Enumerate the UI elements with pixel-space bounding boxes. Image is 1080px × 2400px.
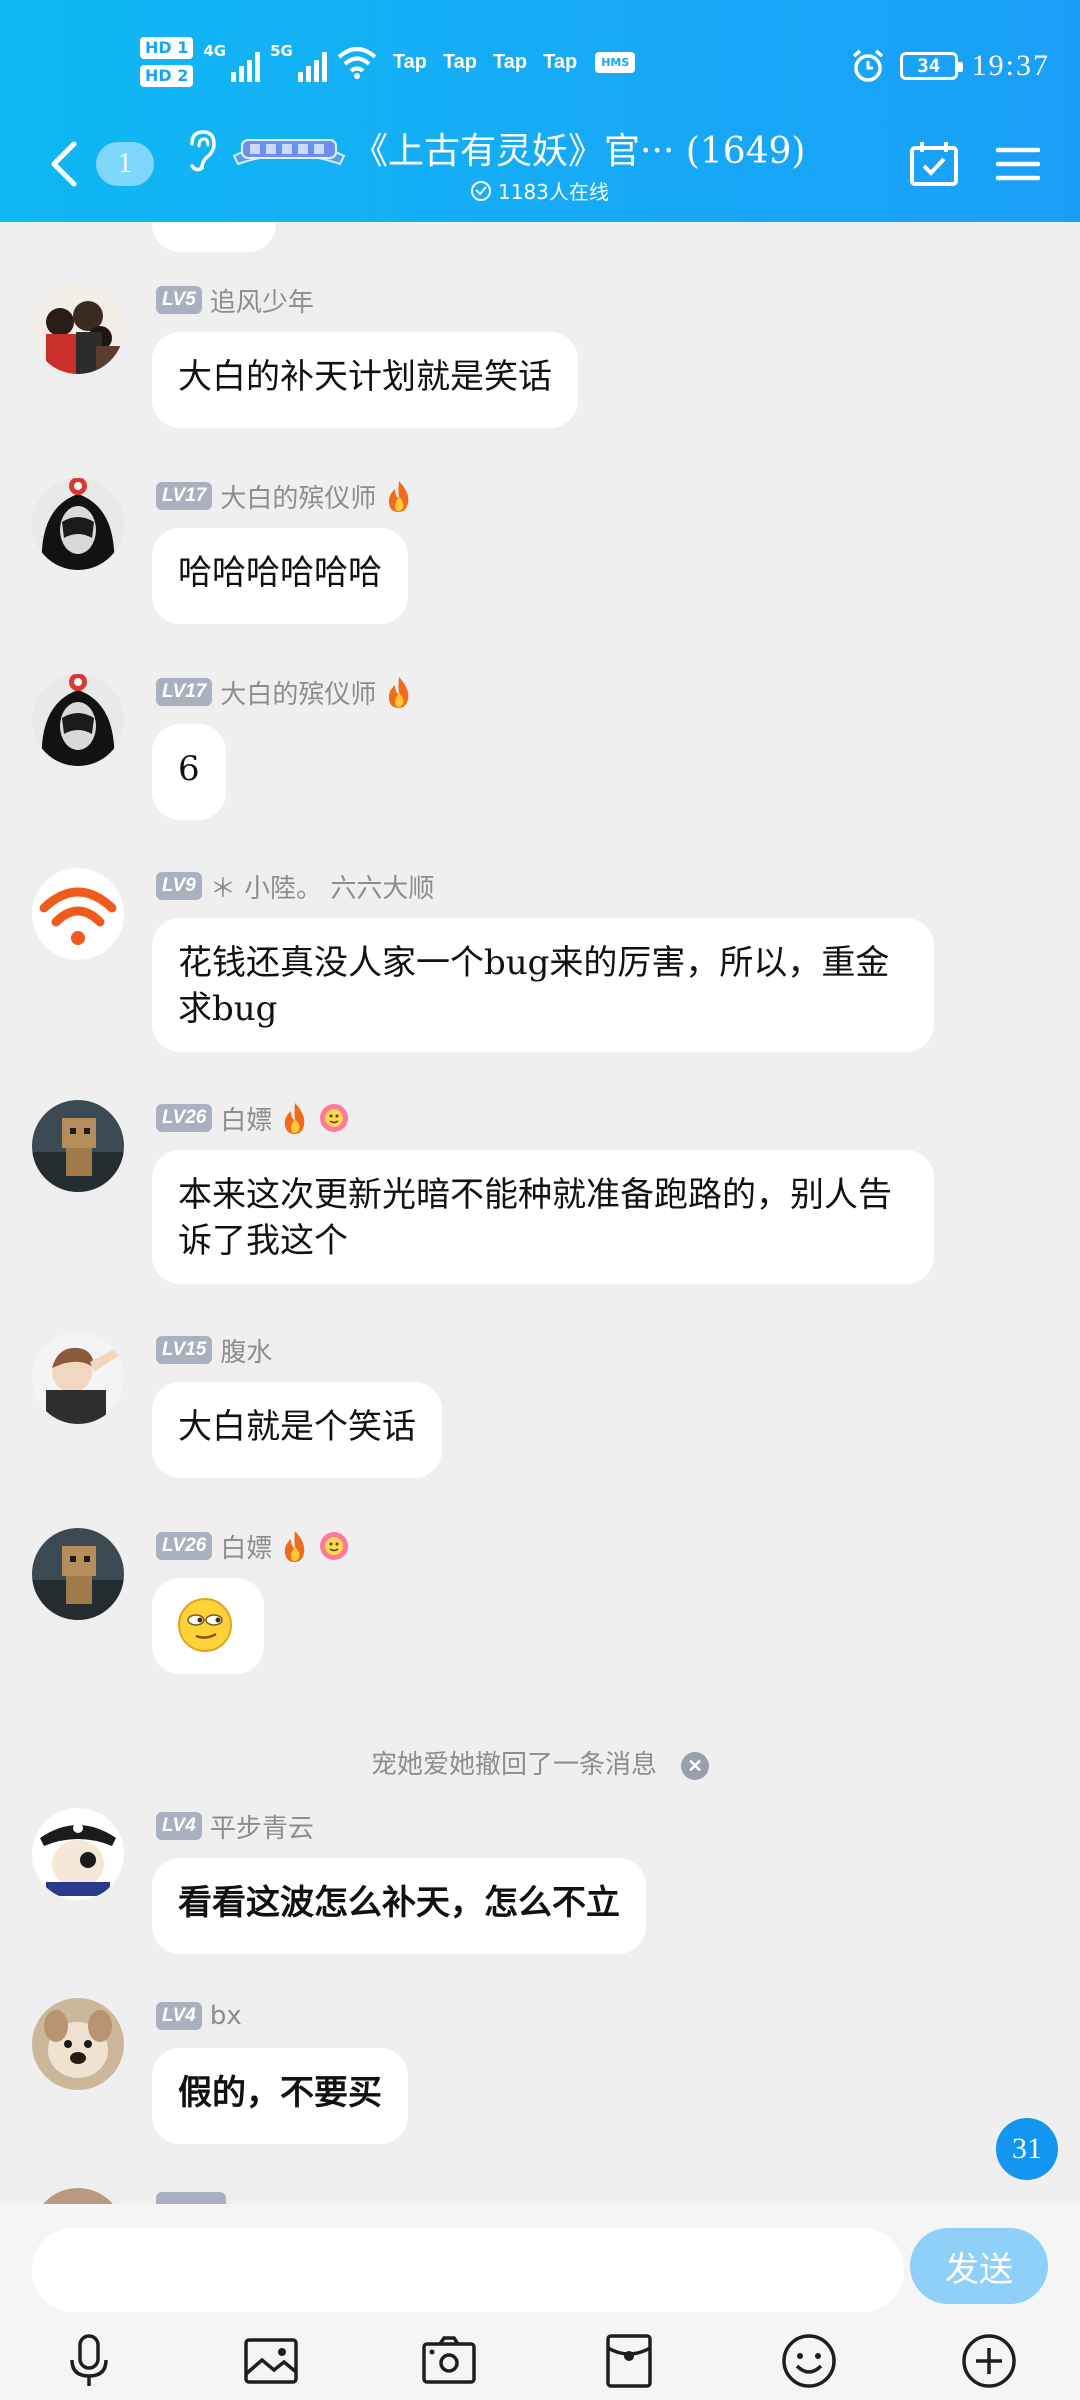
avatar[interactable] — [32, 868, 124, 960]
level-badge: LV17 — [156, 482, 213, 510]
back-icon[interactable] — [46, 140, 82, 188]
level-badge: LV4 — [156, 1812, 202, 1840]
signal-5g-icon: 5G — [270, 42, 327, 82]
input-panel: 发送 — [0, 2204, 1080, 2400]
send-button[interactable]: 发送 — [910, 2228, 1048, 2304]
group-title[interactable]: 《上古有灵妖》官··· (1649) — [352, 122, 805, 174]
level-badge: LV26 — [156, 1532, 213, 1560]
nickname[interactable]: 平步青云 — [210, 1808, 314, 1845]
avatar[interactable] — [32, 1808, 124, 1900]
avatar[interactable] — [32, 1100, 124, 1192]
message-bubble[interactable]: 大白就是个笑话 — [152, 1382, 442, 1478]
badge-face-icon — [320, 1104, 349, 1132]
nickname[interactable]: 白嫖 — [220, 1528, 272, 1565]
level-badge: LV26 — [156, 1104, 213, 1132]
level-badge: LV4 — [156, 2002, 202, 2030]
hd2-indicator: HD 2 — [140, 65, 194, 87]
message-bubble[interactable]: 本来这次更新光暗不能种就准备跑路的，别人告诉了我这个 — [152, 1150, 934, 1284]
message-bubble[interactable]: 6 — [152, 724, 226, 820]
avatar[interactable] — [32, 1332, 124, 1424]
tap-notification: Tap — [392, 50, 427, 73]
fire-icon — [285, 1531, 305, 1562]
nickname[interactable]: 大白的殡仪师 — [220, 478, 376, 515]
message-bubble[interactable]: 看看这波怎么补天，怎么不立 — [152, 1858, 646, 1954]
avatar[interactable] — [32, 1528, 124, 1620]
menu-icon[interactable] — [992, 140, 1044, 188]
status-bar-right: 34 19:37 — [850, 40, 1050, 92]
add-icon[interactable] — [958, 2330, 1020, 2392]
unread-count-badge[interactable]: 1 — [96, 142, 154, 186]
level-badge — [156, 2192, 226, 2204]
image-icon[interactable] — [240, 2330, 302, 2392]
level-badge: LV17 — [156, 678, 213, 706]
tap-notification: Tap — [543, 50, 578, 73]
tap-notification: Tap — [442, 50, 478, 73]
earpiece-mode-icon[interactable] — [182, 128, 220, 172]
close-icon[interactable]: ✕ — [681, 1751, 709, 1780]
new-message-count[interactable]: 31 — [996, 2118, 1058, 2180]
avatar[interactable] — [32, 282, 124, 374]
tap-notification: Tap — [493, 50, 528, 73]
fire-icon — [285, 1103, 305, 1134]
red-packet-icon[interactable] — [598, 2330, 660, 2392]
hd1-indicator: HD 1 — [140, 37, 194, 59]
badge-face-icon — [320, 1532, 349, 1560]
message-bubble — [152, 222, 276, 252]
message-bubble[interactable]: 大白的补天计划就是笑话 — [152, 332, 578, 428]
nickname[interactable]: 白嫖 — [220, 1100, 272, 1137]
message-bubble[interactable]: 假的，不要买 — [152, 2048, 408, 2144]
level-badge: LV15 — [156, 1336, 213, 1364]
nickname[interactable]: bx — [210, 2001, 242, 2031]
message-bubble[interactable] — [152, 1578, 264, 1674]
online-check-icon — [471, 180, 491, 201]
game-logo-icon — [232, 139, 346, 166]
emoji-icon[interactable] — [778, 2330, 840, 2392]
message-input[interactable] — [32, 2228, 904, 2312]
header-bar: HD 1 HD 2 4G 5G Tap Tap Tap Tap HMS 34 1… — [0, 0, 1080, 222]
camera-icon[interactable] — [418, 2330, 480, 2392]
avatar[interactable] — [32, 2188, 124, 2204]
nickname[interactable]: 腹水 — [220, 1332, 272, 1369]
recall-text: 宠她爱她撤回了一条消息 — [370, 1750, 657, 1780]
level-badge: LV5 — [156, 286, 202, 314]
calendar-check-icon[interactable] — [908, 140, 960, 188]
recall-notice: 宠她爱她撤回了一条消息 ✕ — [0, 1744, 1080, 1781]
hms-icon: HMS — [595, 51, 636, 73]
nickname[interactable]: 大白的殡仪师 — [220, 674, 376, 711]
battery-icon: 34 — [899, 52, 963, 80]
chat-list[interactable]: LV5追风少年 大白的补天计划就是笑话 LV17大白的殡仪师 哈哈哈哈哈哈 — [0, 222, 1080, 2204]
fire-icon — [389, 481, 409, 512]
nickname[interactable]: 追风少年 — [210, 282, 314, 319]
alarm-icon — [852, 49, 883, 82]
message-bubble[interactable]: 花钱还真没人家一个bug来的厉害，所以，重金求bug — [152, 918, 934, 1052]
fire-icon — [389, 677, 409, 708]
status-time: 19:37 — [971, 49, 1050, 82]
online-status: 1183人在线 — [470, 176, 609, 205]
smirk-emoji-icon — [178, 1598, 232, 1652]
signal-4g-icon: 4G — [203, 42, 261, 82]
avatar[interactable] — [32, 674, 124, 766]
avatar[interactable] — [32, 1998, 124, 2090]
microphone-icon[interactable] — [58, 2330, 120, 2392]
nickname[interactable]: ＊ 小陸。 六六大顺 — [210, 868, 435, 905]
online-count: 1183人在线 — [498, 180, 609, 204]
wifi-icon — [337, 47, 377, 79]
level-badge: LV9 — [156, 872, 202, 900]
battery-level: 34 — [917, 55, 941, 77]
message-bubble[interactable]: 哈哈哈哈哈哈 — [152, 528, 408, 624]
status-bar-left: HD 1 HD 2 4G 5G Tap Tap Tap Tap HMS — [140, 32, 636, 92]
avatar[interactable] — [32, 478, 124, 570]
